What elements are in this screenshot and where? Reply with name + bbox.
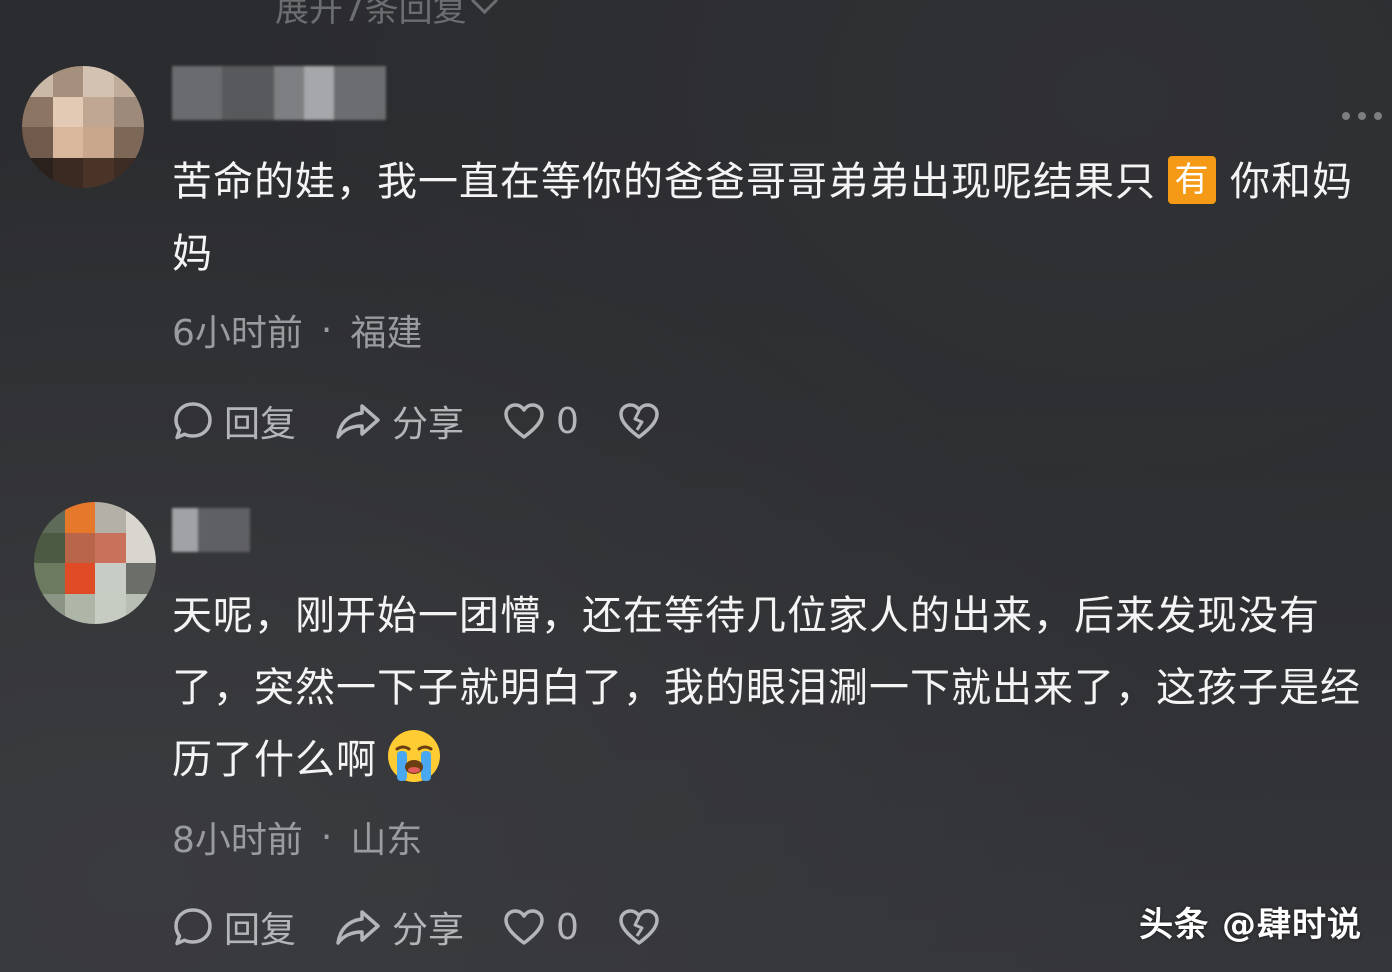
like-count: 0 <box>556 906 579 948</box>
comment-meta: 8小时前 · 山东 <box>172 811 422 863</box>
avatar-mosaic <box>34 502 156 624</box>
share-label: 分享 <box>392 910 465 951</box>
avatar[interactable] <box>34 502 156 624</box>
like-button[interactable]: 0 <box>502 906 579 948</box>
dislike-button[interactable] <box>617 906 661 948</box>
comment-time: 8小时前 <box>172 820 303 861</box>
comment-location: 山东 <box>350 820 423 861</box>
loudly-crying-face-icon <box>388 730 440 782</box>
heart-icon <box>504 909 544 945</box>
meta-separator: · <box>320 816 333 858</box>
comment-text: 天呢，刚开始一团懵，还在等待几位家人的出来，后来发现没有了，突然一下子就明白了，… <box>172 580 1362 796</box>
watermark: 头条 @肆时说 <box>1139 905 1362 945</box>
comment-item: 天呢，刚开始一团懵，还在等待几位家人的出来，后来发现没有了，突然一下子就明白了，… <box>0 0 1392 972</box>
broken-heart-icon <box>619 909 659 945</box>
reply-icon <box>174 908 212 946</box>
reply-label: 回复 <box>224 910 297 951</box>
share-button[interactable]: 分享 <box>334 901 464 953</box>
comment-actions: 回复 分享 0 <box>172 902 699 952</box>
share-icon <box>336 910 380 945</box>
reply-button[interactable]: 回复 <box>172 901 296 953</box>
comment-text-body: 天呢，刚开始一团懵，还在等待几位家人的出来，后来发现没有了，突然一下子就明白了，… <box>172 593 1361 783</box>
username-redacted[interactable] <box>172 508 250 552</box>
